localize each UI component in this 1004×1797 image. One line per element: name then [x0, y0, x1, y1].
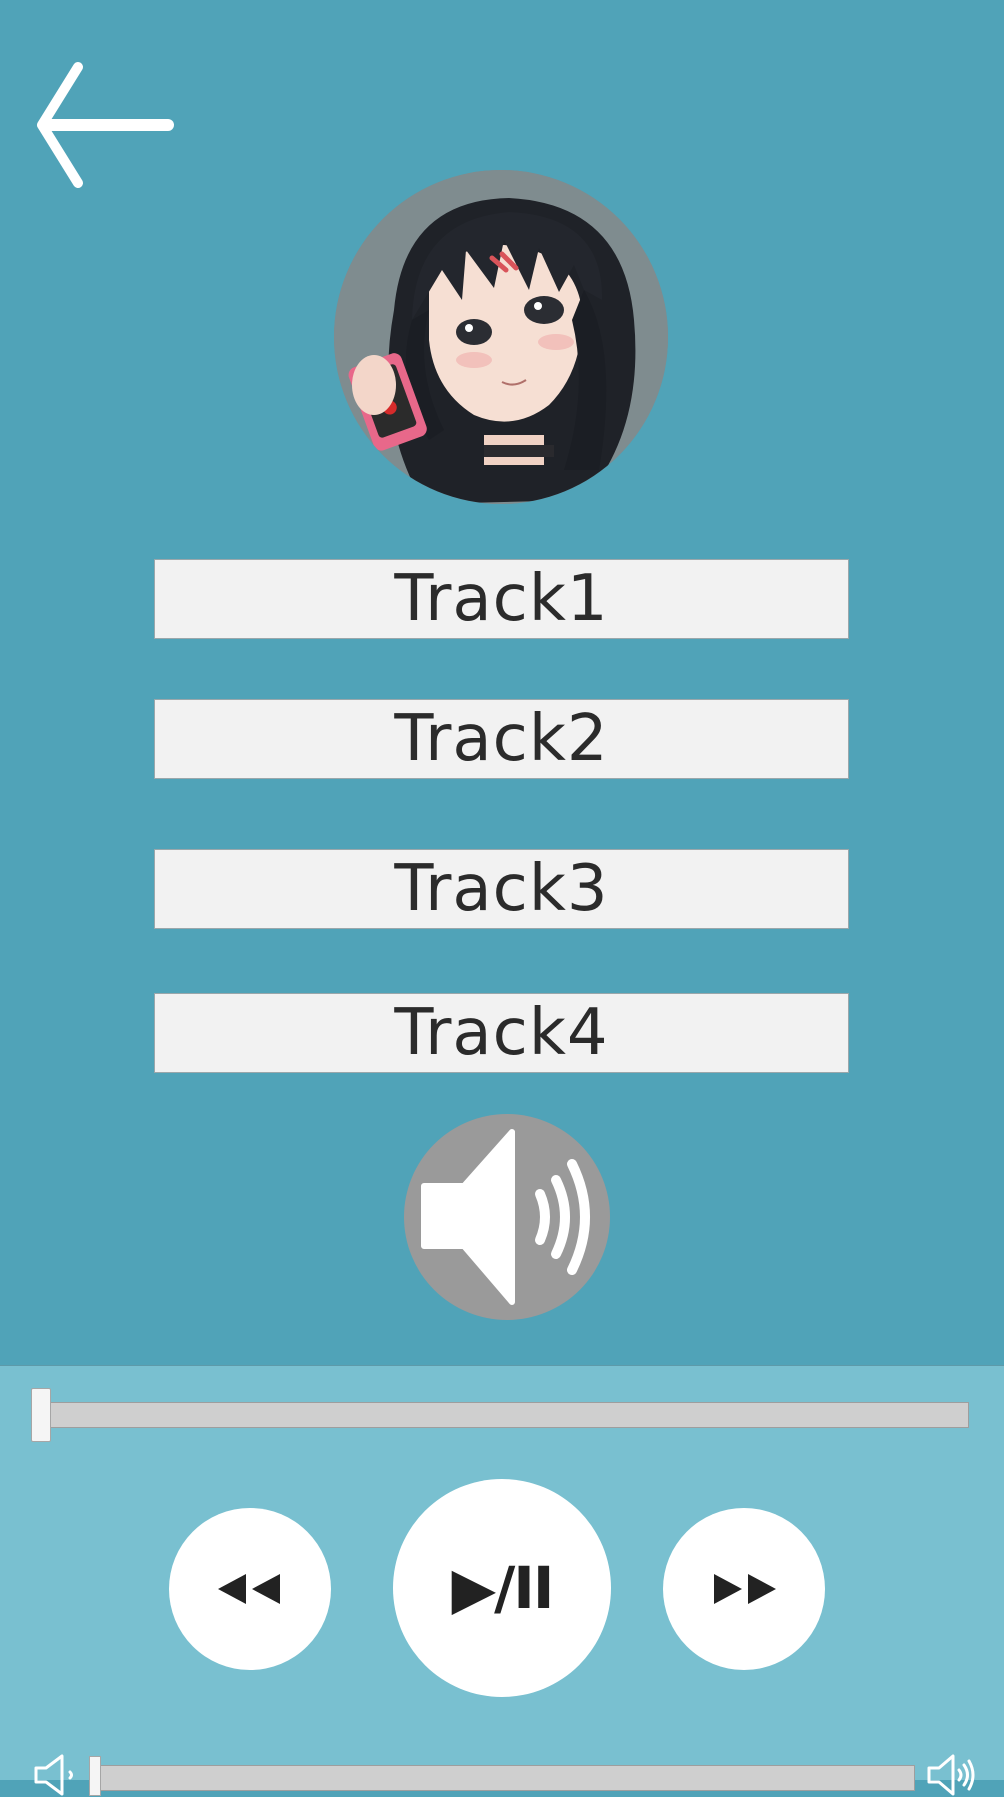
character-avatar	[334, 170, 668, 504]
track-2-label: Track2	[394, 702, 609, 776]
volume-handle[interactable]	[89, 1756, 101, 1796]
volume-high-icon[interactable]	[925, 1753, 975, 1797]
fast-forward-icon	[714, 1574, 776, 1604]
track-4-button[interactable]: Track4	[154, 993, 849, 1073]
volume-bar[interactable]	[96, 1765, 915, 1791]
track-2-button[interactable]: Track2	[154, 699, 849, 779]
fast-forward-button[interactable]	[663, 1508, 825, 1670]
seek-bar[interactable]	[38, 1402, 969, 1428]
track-1-button[interactable]: Track1	[154, 559, 849, 639]
track-1-label: Track1	[394, 562, 609, 636]
rewind-button[interactable]	[169, 1508, 331, 1670]
track-3-button[interactable]: Track3	[154, 849, 849, 929]
play-pause-icon: ▶/II	[451, 1554, 555, 1622]
back-button[interactable]	[30, 55, 180, 195]
speaker-button[interactable]	[404, 1114, 610, 1320]
speaker-loud-icon	[421, 1129, 590, 1305]
play-pause-button[interactable]: ▶/II	[393, 1479, 611, 1697]
arrow-left-icon	[37, 62, 174, 188]
seek-handle[interactable]	[31, 1388, 51, 1442]
rewind-icon	[218, 1574, 280, 1604]
track-4-label: Track4	[394, 996, 609, 1070]
volume-low-icon[interactable]	[32, 1753, 82, 1797]
track-3-label: Track3	[394, 852, 609, 926]
